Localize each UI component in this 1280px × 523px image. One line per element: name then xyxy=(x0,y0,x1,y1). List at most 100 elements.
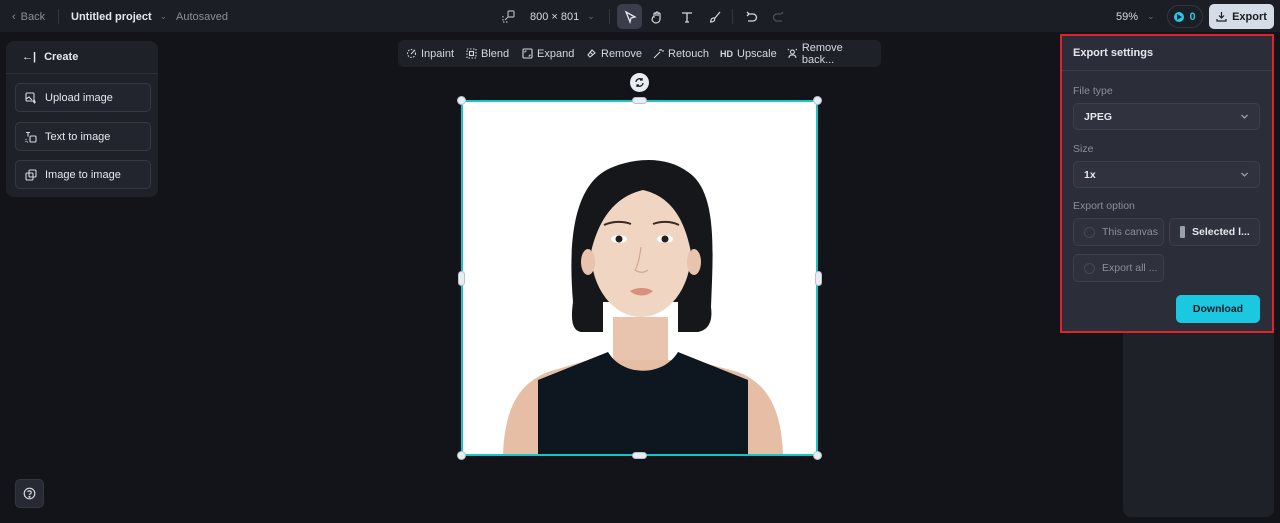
create-panel: ←| Create Upload image Text to image Ima… xyxy=(6,41,158,197)
radio-icon xyxy=(1084,226,1095,238)
file-type-select[interactable]: JPEG xyxy=(1073,103,1260,130)
resize-handle-top-left[interactable] xyxy=(457,96,466,105)
project-title: Untitled project xyxy=(71,10,152,23)
chevron-down-icon: ⌄ xyxy=(1147,11,1155,21)
resize-handle-bottom[interactable] xyxy=(632,452,647,459)
credits-count: 0 xyxy=(1189,10,1196,23)
blend-button[interactable]: Blend xyxy=(466,40,522,67)
upscale-button[interactable]: HD Upscale xyxy=(720,40,787,67)
pointer-icon xyxy=(624,10,637,24)
remove-background-label: Remove back... xyxy=(801,41,843,66)
back-label: Back xyxy=(20,10,46,23)
expand-button[interactable]: Expand xyxy=(522,40,586,67)
remove-button[interactable]: Remove xyxy=(586,40,653,67)
create-panel-title: Create xyxy=(44,51,79,63)
redo-icon xyxy=(772,11,783,22)
zoom-dropdown[interactable]: 59% ⌄ xyxy=(1116,0,1155,33)
export-option-export-all[interactable]: Export all ... xyxy=(1073,254,1164,282)
inpaint-button[interactable]: Inpaint xyxy=(406,40,466,67)
file-type-value: JPEG xyxy=(1084,110,1113,123)
resize-handle-top[interactable] xyxy=(632,97,647,104)
option-label: This canvas xyxy=(1102,226,1159,238)
brush-icon xyxy=(709,11,720,23)
create-panel-header[interactable]: ←| Create xyxy=(6,41,158,74)
chevron-down-icon xyxy=(1241,114,1248,119)
top-bar: ‹ Back Untitled project ⌄ Autosaved 800 … xyxy=(0,0,1280,33)
hd-icon: HD xyxy=(720,48,733,59)
export-settings-title: Export settings xyxy=(1062,36,1272,71)
export-label: Export xyxy=(1232,10,1267,23)
rotate-handle[interactable] xyxy=(630,73,649,92)
divider xyxy=(58,9,59,24)
size-value: 1x xyxy=(1084,168,1096,181)
canvas-image-frame[interactable] xyxy=(461,100,818,456)
canvas-size-dropdown[interactable]: 800 × 801 ⌄ xyxy=(530,0,595,33)
resize-handle-top-right[interactable] xyxy=(813,96,822,105)
option-label: Selected l... xyxy=(1192,226,1250,238)
eraser-icon xyxy=(587,49,596,58)
chevron-left-icon: ‹ xyxy=(12,10,16,23)
blend-label: Blend xyxy=(481,47,510,60)
hand-tool-button[interactable] xyxy=(644,4,669,29)
edit-toolbar: Inpaint Blend Expand Remove Retouch HD U… xyxy=(398,40,881,67)
project-title-dropdown[interactable]: Untitled project ⌄ xyxy=(71,0,167,33)
remove-label: Remove xyxy=(601,47,642,60)
resize-handle-left[interactable] xyxy=(458,271,465,286)
upload-image-button[interactable]: Upload image xyxy=(15,83,151,112)
zoom-level: 59% xyxy=(1116,10,1139,23)
hand-icon xyxy=(650,10,661,24)
text-to-image-icon xyxy=(25,131,37,143)
chevron-down-icon: ⌄ xyxy=(587,11,595,21)
resize-canvas-icon[interactable] xyxy=(502,0,515,33)
collapse-panel-icon[interactable]: ←| xyxy=(22,51,36,63)
size-label: Size xyxy=(1073,143,1094,155)
download-icon xyxy=(1216,12,1227,22)
text-tool-button[interactable] xyxy=(674,4,699,29)
inpaint-label: Inpaint xyxy=(421,47,455,60)
portrait-image xyxy=(463,102,816,454)
text-icon xyxy=(681,11,692,23)
help-icon xyxy=(23,487,36,500)
retouch-button[interactable]: Retouch xyxy=(653,40,720,67)
image-to-image-label: Image to image xyxy=(45,168,121,181)
upload-image-label: Upload image xyxy=(45,91,113,104)
inpaint-icon xyxy=(406,48,417,59)
select-tool-button[interactable] xyxy=(617,4,642,29)
remove-background-button[interactable]: Remove back... xyxy=(787,40,877,67)
remove-bg-icon xyxy=(787,48,798,58)
export-option-selected-layers[interactable]: Selected l... xyxy=(1169,218,1260,246)
image-to-image-icon xyxy=(25,168,37,181)
wand-icon xyxy=(653,49,664,59)
file-type-label: File type xyxy=(1073,85,1113,97)
text-to-image-label: Text to image xyxy=(45,130,111,143)
rotate-icon xyxy=(635,78,644,87)
undo-icon xyxy=(746,11,757,22)
export-button[interactable]: Export xyxy=(1209,4,1274,29)
back-button[interactable]: ‹ Back xyxy=(12,0,45,33)
resize-handle-right[interactable] xyxy=(815,271,822,286)
export-option-this-canvas[interactable]: This canvas xyxy=(1073,218,1164,246)
credits-icon xyxy=(1174,11,1185,22)
expand-label: Expand xyxy=(537,47,575,60)
upscale-label: Upscale xyxy=(737,47,777,60)
help-button[interactable] xyxy=(15,479,44,508)
download-button[interactable]: Download xyxy=(1176,295,1260,323)
autosave-status: Autosaved xyxy=(176,10,228,23)
divider xyxy=(609,9,610,24)
divider xyxy=(732,9,733,24)
export-settings-popup: Export settings File type JPEG Size 1x E… xyxy=(1060,34,1274,333)
option-label: Export all ... xyxy=(1102,262,1158,274)
resize-handle-bottom-right[interactable] xyxy=(813,451,822,460)
expand-icon xyxy=(522,48,533,59)
size-select[interactable]: 1x xyxy=(1073,161,1260,188)
resize-handle-bottom-left[interactable] xyxy=(457,451,466,460)
brush-tool-button[interactable] xyxy=(702,4,727,29)
text-to-image-button[interactable]: Text to image xyxy=(15,122,151,151)
canvas-dimensions: 800 × 801 xyxy=(530,10,580,23)
chevron-down-icon: ⌄ xyxy=(159,11,168,21)
image-to-image-button[interactable]: Image to image xyxy=(15,160,151,189)
redo-button[interactable] xyxy=(765,4,790,29)
chevron-down-icon xyxy=(1241,172,1248,177)
credits-button[interactable]: 0 xyxy=(1167,5,1203,28)
undo-button[interactable] xyxy=(738,4,763,29)
